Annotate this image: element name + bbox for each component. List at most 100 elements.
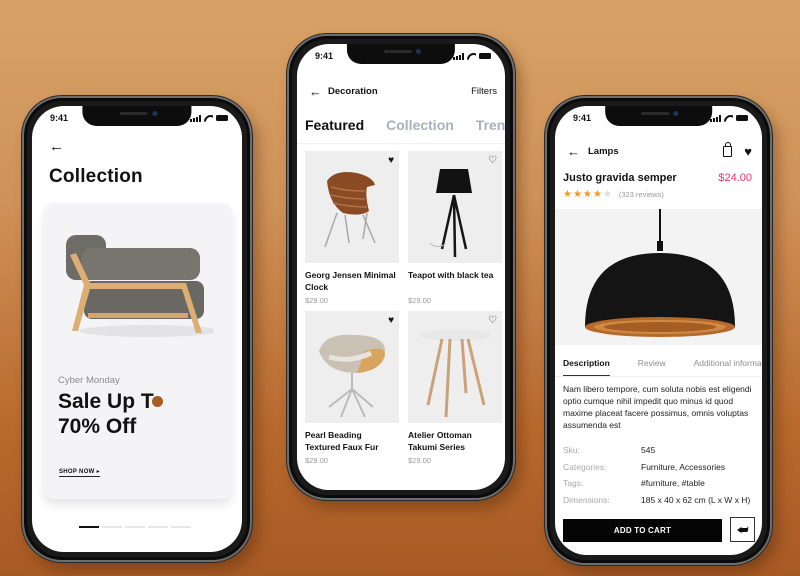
heart-filled-icon[interactable]: ♥ bbox=[744, 144, 752, 159]
pendant-lamp-image bbox=[585, 209, 735, 337]
heart-filled-icon[interactable]: ♥ bbox=[388, 155, 394, 166]
round-table-image bbox=[419, 329, 491, 418]
product-description: Nam libero tempore, cum soluta nobis est… bbox=[563, 384, 752, 430]
share-button[interactable]: ⮨ bbox=[730, 517, 755, 542]
wifi-icon bbox=[204, 115, 213, 122]
tab-featured[interactable]: Featured bbox=[305, 117, 364, 133]
spec-key: Tags: bbox=[563, 478, 584, 489]
spec-key: Sku: bbox=[563, 445, 581, 456]
brown-chair-image bbox=[324, 172, 376, 248]
detail-tabs: Description Review Additional informatio… bbox=[563, 358, 762, 377]
product-name: Atelier Ottoman Takumi Series bbox=[408, 430, 472, 452]
pager-dot[interactable] bbox=[171, 526, 191, 528]
battery-icon bbox=[479, 53, 491, 59]
tab-description[interactable]: Description bbox=[563, 358, 610, 377]
spec-value: Furniture, Accessories bbox=[641, 461, 726, 472]
spec-row: Sku: 545 bbox=[563, 442, 762, 459]
product-name: Justo gravida semper bbox=[563, 172, 677, 184]
product-card[interactable]: ♡ Atelier Ottoman Takumi Series $29.00 bbox=[408, 311, 502, 465]
accent-dot bbox=[151, 396, 163, 407]
filters-button[interactable]: Filters bbox=[471, 86, 497, 97]
heart-filled-icon[interactable]: ♥ bbox=[388, 315, 394, 326]
banner-headline: Sale Up T 70% Off bbox=[58, 389, 228, 439]
nav-title: Decoration bbox=[328, 86, 378, 97]
swivel-chair-image bbox=[319, 334, 385, 418]
page-title: Collection bbox=[49, 166, 143, 187]
notch bbox=[82, 106, 192, 126]
notch bbox=[346, 44, 456, 64]
promo-banner-card[interactable]: Cyber Monday Sale Up T 70% Off SHOP NOW … bbox=[44, 203, 232, 499]
spec-value: 545 bbox=[641, 445, 656, 456]
spec-row: Dimensions: 185 x 40 x 62 cm (L x W x H) bbox=[563, 492, 762, 509]
product-name: Georg Jensen Minimal Clock bbox=[305, 270, 396, 292]
status-time: 9:41 bbox=[50, 113, 69, 123]
back-arrow-icon[interactable]: ← bbox=[567, 144, 580, 159]
collection-screen: 9:41 ← Collection Cyber Monday Sale Up T… bbox=[32, 106, 242, 552]
review-count: (323 reviews) bbox=[618, 190, 664, 199]
spec-key: Categories: bbox=[563, 461, 607, 472]
pager-dot[interactable] bbox=[79, 526, 99, 528]
banner-eyebrow: Cyber Monday bbox=[58, 375, 120, 386]
back-arrow-icon[interactable]: ← bbox=[309, 84, 322, 99]
product-price: $24.00 bbox=[718, 172, 752, 184]
spec-row: Categories: Furniture, Accessories bbox=[563, 459, 762, 476]
battery-icon bbox=[216, 115, 228, 121]
spec-key: Dimensions: bbox=[563, 494, 610, 505]
top-nav: ← Lamps ♥ bbox=[567, 142, 752, 159]
heart-outline-icon[interactable]: ♡ bbox=[488, 315, 497, 326]
pager-dot[interactable] bbox=[125, 526, 145, 528]
decoration-screen: 9:41 ← Decoration Filters Featured Colle… bbox=[297, 44, 505, 490]
product-name: Pearl Beading Textured Faux Fur bbox=[305, 430, 379, 452]
back-arrow-icon[interactable]: ← bbox=[49, 138, 64, 155]
tab-trending[interactable]: Trending bbox=[476, 117, 505, 133]
phone-collection: 9:41 ← Collection Cyber Monday Sale Up T… bbox=[22, 96, 252, 562]
product-price: $29.00 bbox=[408, 456, 431, 465]
pager-dot[interactable] bbox=[148, 526, 168, 528]
headline-line-1: Sale Up T bbox=[58, 390, 154, 413]
product-price: $29.00 bbox=[408, 296, 431, 305]
tab-collection[interactable]: Collection bbox=[386, 117, 454, 133]
spec-value: 185 x 40 x 62 cm (L x W x H) bbox=[641, 494, 751, 505]
add-to-cart-button[interactable]: ADD TO CART bbox=[563, 519, 722, 542]
signal-icon bbox=[453, 52, 464, 60]
reply-arrow-icon: ⮨ bbox=[736, 521, 749, 537]
product-card[interactable]: ♥ Pearl Beading Textured Faux Fur $29.00 bbox=[305, 311, 399, 465]
category-tabs: Featured Collection Trending bbox=[305, 117, 505, 133]
tab-review[interactable]: Review bbox=[638, 358, 666, 377]
product-card[interactable]: ♥ Georg Jensen Minimal Clock $29.00 bbox=[305, 151, 399, 305]
heart-outline-icon[interactable]: ♡ bbox=[488, 155, 497, 166]
carousel-pager bbox=[79, 526, 191, 528]
signal-icon bbox=[190, 114, 201, 122]
tripod-lamp-image bbox=[429, 169, 472, 258]
battery-icon bbox=[736, 115, 748, 121]
armchair-image bbox=[66, 235, 214, 337]
shopping-bag-icon[interactable] bbox=[723, 142, 733, 157]
phone-decoration: 9:41 ← Decoration Filters Featured Colle… bbox=[287, 34, 515, 500]
divider bbox=[297, 143, 505, 144]
wifi-icon bbox=[724, 115, 733, 122]
status-time: 9:41 bbox=[573, 113, 592, 123]
product-grid: ♥ Georg Jensen Minimal Clock $29.00 ♡ Te… bbox=[305, 151, 502, 465]
top-nav: ← Decoration Filters bbox=[309, 84, 497, 99]
spec-value: #furniture, #table bbox=[641, 478, 705, 489]
tabs-divider bbox=[555, 376, 762, 377]
shop-now-link[interactable]: SHOP NOW ▸ bbox=[59, 468, 100, 477]
product-detail-screen: 9:41 ← Lamps ♥ Justo gravida semper $24.… bbox=[555, 106, 762, 555]
pager-dot[interactable] bbox=[102, 526, 122, 528]
product-card[interactable]: ♡ Teapot with black tea $29.00 bbox=[408, 151, 502, 305]
spec-row: Tags: #furniture, #table bbox=[563, 475, 762, 492]
nav-title: Lamps bbox=[588, 146, 619, 157]
star-rating-icons: ★★★★★ bbox=[563, 189, 613, 200]
product-image bbox=[555, 209, 762, 345]
status-time: 9:41 bbox=[315, 51, 334, 61]
product-specs: Sku: 545 Categories: Furniture, Accessorie… bbox=[563, 442, 762, 508]
product-rating: ★★★★★ (323 reviews) bbox=[563, 189, 664, 200]
product-price: $29.00 bbox=[305, 456, 328, 465]
tab-additional-info[interactable]: Additional information bbox=[694, 358, 762, 377]
wifi-icon bbox=[467, 53, 476, 60]
product-name: Teapot with black tea bbox=[408, 270, 494, 280]
notch bbox=[604, 106, 713, 126]
headline-line-2: 70% Off bbox=[58, 415, 137, 438]
product-price: $29.00 bbox=[305, 296, 328, 305]
phone-product-detail: 9:41 ← Lamps ♥ Justo gravida semper $24.… bbox=[545, 96, 772, 565]
